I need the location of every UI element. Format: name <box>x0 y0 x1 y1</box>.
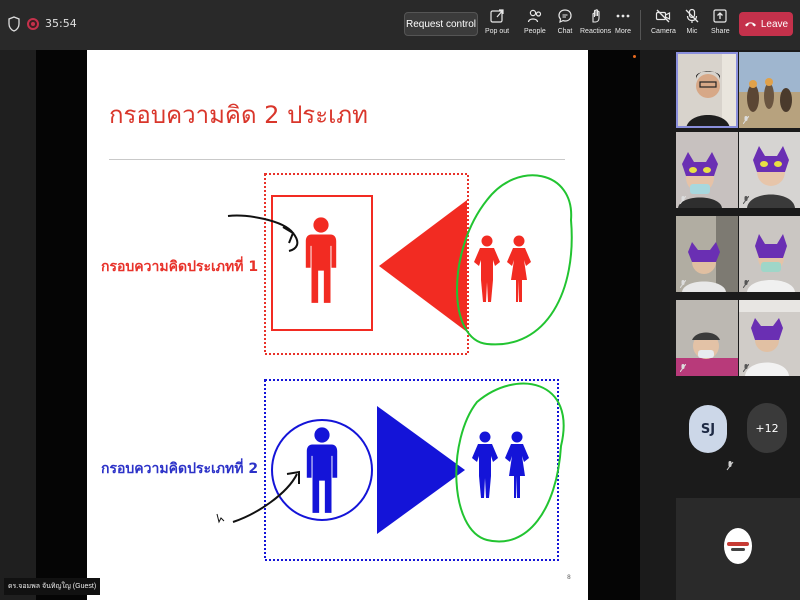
meeting-timer: 35:54 <box>45 17 77 30</box>
triangle-left-icon <box>379 200 467 332</box>
mic-off-icon <box>743 280 749 288</box>
toolbar-divider <box>640 10 641 40</box>
people-button[interactable]: People <box>524 8 546 44</box>
more-participants-button[interactable]: +12 <box>747 403 787 453</box>
pop-out-icon <box>490 9 504 23</box>
participant-tile[interactable] <box>739 132 800 208</box>
mic-off-icon <box>743 196 749 204</box>
frame-1-diagram <box>227 173 573 355</box>
more-icon <box>616 14 630 18</box>
presenter-name-tag: ดร.จอมพล จันทิญใญ (Guest) <box>4 578 101 595</box>
participant-tile[interactable] <box>739 52 800 128</box>
chat-button[interactable]: Chat <box>557 8 573 44</box>
woman-icon <box>505 431 529 498</box>
request-control-button[interactable]: Request control <box>404 12 478 36</box>
arrow-annotation <box>227 214 299 252</box>
share-button[interactable]: Share <box>711 8 730 44</box>
people-icon <box>527 9 541 23</box>
mic-off-icon <box>680 364 686 372</box>
mic-button[interactable]: Mic <box>684 8 700 44</box>
mic-off-icon <box>743 116 749 124</box>
slide-page-number: 8 <box>567 574 571 581</box>
participant-tile[interactable] <box>676 132 738 208</box>
woman-icon <box>507 235 531 302</box>
meeting-top-bar: 35:54 Request control Pop out People Cha… <box>0 0 800 50</box>
triangle-right-icon <box>377 406 465 534</box>
mic-off-icon <box>680 196 686 204</box>
participant-tile-speaker[interactable] <box>676 52 738 128</box>
reactions-icon <box>592 9 600 23</box>
frame-2-diagram <box>216 379 565 561</box>
mindset-diagram <box>216 173 573 561</box>
man-icon <box>472 431 498 498</box>
participant-tile[interactable] <box>739 300 800 376</box>
share-icon <box>713 9 727 23</box>
participant-tile[interactable] <box>676 300 738 376</box>
recording-icon <box>27 18 39 30</box>
man-icon <box>474 235 500 302</box>
green-circle-annotation <box>455 382 565 543</box>
mic-off-icon <box>726 461 734 471</box>
chat-icon <box>558 9 572 24</box>
phone-hangup-icon <box>744 22 756 27</box>
avatar <box>678 54 736 126</box>
camera-button[interactable]: Camera <box>651 8 676 44</box>
participant-initials-avatar[interactable]: SJ <box>689 405 727 453</box>
pop-out-button[interactable]: Pop out <box>485 8 509 44</box>
person-icon <box>306 427 338 513</box>
mic-off-icon <box>685 8 699 23</box>
participant-tile[interactable] <box>676 216 738 292</box>
presentation-slide: กรอบความคิด 2 ประเภท กรอบความคิดประเภทที… <box>87 50 588 600</box>
mic-off-icon <box>680 280 686 288</box>
reactions-button[interactable]: Reactions <box>580 8 611 44</box>
person-icon <box>305 217 337 303</box>
organization-logo <box>724 528 752 564</box>
leave-button[interactable]: Leave <box>739 12 793 36</box>
mouse-cursor-icon <box>216 513 225 524</box>
more-button[interactable]: More <box>615 8 631 44</box>
status-dot <box>633 55 636 58</box>
participant-tile[interactable] <box>739 216 800 292</box>
shield-icon <box>8 16 20 32</box>
mic-off-icon <box>743 364 749 372</box>
camera-off-icon <box>656 9 671 23</box>
